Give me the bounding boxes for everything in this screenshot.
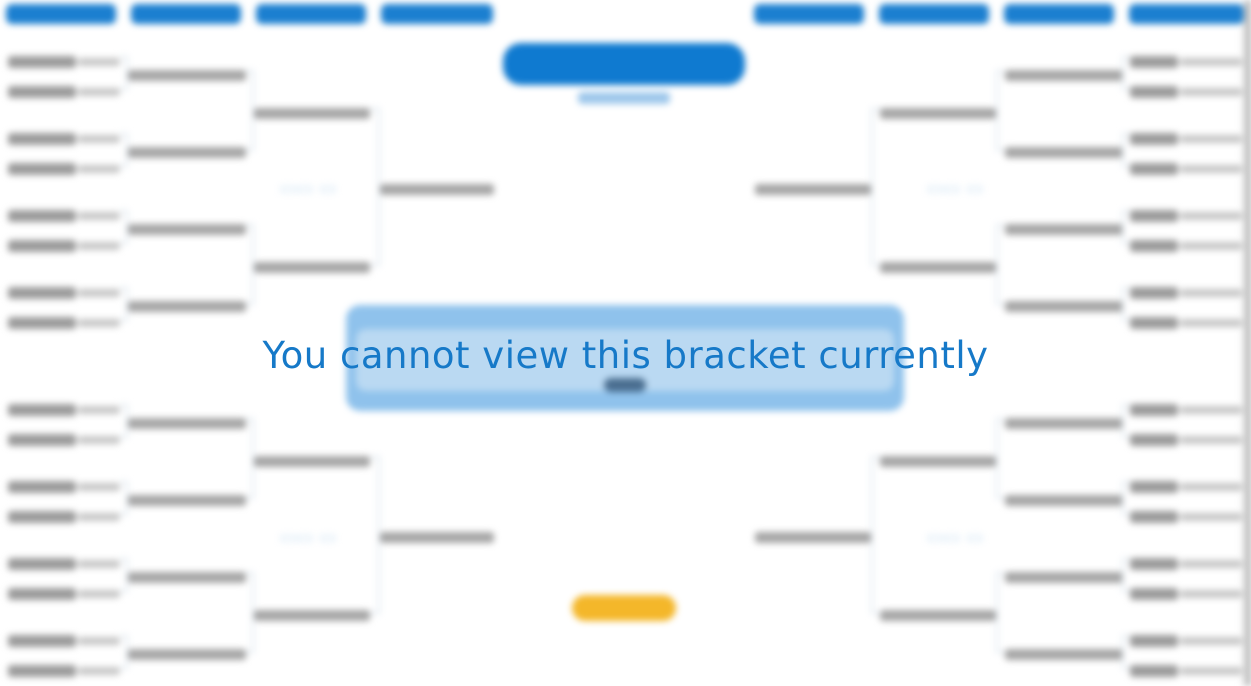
access-overlay: You cannot view this bracket currently	[0, 0, 1251, 686]
bracket-page: ▭▭ ▭ ▭▭ ▭ ▭▭ ▭ ▭▭ ▭ You cannot view this…	[0, 0, 1251, 686]
access-denied-message: You cannot view this bracket currently	[262, 334, 989, 377]
